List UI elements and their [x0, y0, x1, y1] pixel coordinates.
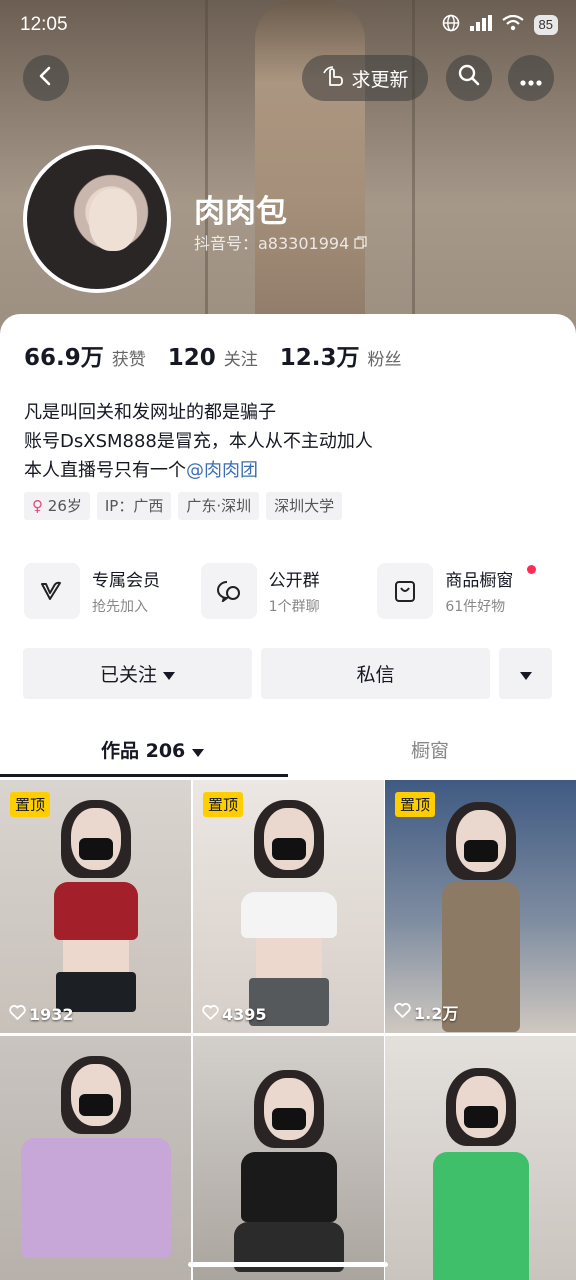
school-tag[interactable]: 深圳大学 — [266, 492, 343, 520]
thumbnail-figure — [53, 800, 138, 1012]
stats-row: 66.9万 获赞 120 关注 12.3万 粉丝 — [24, 338, 424, 372]
pinned-badge: 置顶 — [395, 792, 436, 817]
video-thumbnail[interactable] — [385, 1036, 576, 1280]
pinned-badge: 置顶 — [10, 792, 51, 817]
followers-count[interactable]: 12.3万 — [280, 338, 360, 372]
feature-subtitle: 1个群聊 — [268, 599, 320, 615]
like-count-text: 1.2万 — [414, 1004, 459, 1023]
more-dots-icon — [520, 64, 542, 92]
like-count-text: 4395 — [222, 1005, 267, 1024]
following-count[interactable]: 120 — [168, 345, 216, 371]
wifi-icon — [501, 14, 524, 35]
thumbnail-figure — [20, 1056, 171, 1258]
age-text: 26岁 — [47, 497, 82, 515]
hand-pointer-icon — [321, 65, 345, 92]
bio-line: 凡是叫回关和发网址的都是骗子 — [24, 402, 276, 423]
more-options-button[interactable] — [508, 55, 554, 101]
video-thumbnail[interactable] — [0, 1036, 191, 1280]
chevron-left-icon — [36, 64, 56, 92]
tab-works-label: 作品 206 — [101, 740, 186, 762]
thumbnail-figure — [441, 802, 520, 1032]
back-button[interactable] — [23, 55, 69, 101]
video-grid: 置顶 1932 置顶 4395 置顶 1.2万 — [0, 780, 576, 1280]
profile-bio: 凡是叫回关和发网址的都是骗子 账号DsXSM888是冒充，本人从不主动加人 本人… — [24, 398, 373, 485]
video-thumbnail[interactable]: 置顶 1.2万 — [385, 780, 576, 1033]
bio-line-text: 本人直播号只有一个 — [24, 460, 186, 481]
content-tabs: 作品 206 橱窗 — [0, 728, 576, 778]
heart-icon — [394, 1002, 411, 1022]
bio-line: 本人直播号只有一个@肉肉团 — [24, 456, 373, 485]
tab-works[interactable]: 作品 206 — [101, 736, 204, 763]
home-indicator — [188, 1262, 388, 1267]
followed-label: 已关注 — [99, 664, 157, 686]
douyin-id-text: 抖音号：a83301994 — [194, 234, 350, 253]
pinned-badge: 置顶 — [203, 792, 244, 817]
like-count: 1932 — [9, 1005, 74, 1024]
caret-down-icon — [191, 740, 204, 762]
thumbnail-figure — [240, 800, 337, 1026]
signal-icon — [469, 15, 492, 35]
message-button[interactable]: 私信 — [261, 648, 490, 699]
caret-down-icon — [163, 663, 175, 685]
like-count-text: 1932 — [29, 1005, 74, 1024]
message-label: 私信 — [356, 664, 395, 686]
video-thumbnail[interactable] — [193, 1036, 384, 1280]
feature-title: 公开群 — [268, 571, 320, 591]
profile-nickname: 肉肉包 — [194, 194, 287, 230]
thumbnail-figure — [233, 1070, 344, 1272]
mention-link[interactable]: @肉肉团 — [186, 460, 258, 481]
likes-count[interactable]: 66.9万 — [24, 338, 104, 372]
likes-label: 获赞 — [111, 350, 146, 370]
heart-icon — [202, 1005, 219, 1024]
caret-down-icon — [519, 663, 532, 685]
status-bar: 12:05 85 — [0, 0, 576, 52]
action-buttons: 已关注 私信 — [23, 648, 552, 699]
request-update-label: 求更新 — [351, 68, 409, 91]
request-update-button[interactable]: 求更新 — [302, 55, 428, 101]
like-count: 1.2万 — [394, 1000, 458, 1024]
v-badge-icon — [24, 563, 80, 619]
feature-title: 商品橱窗 — [445, 571, 514, 591]
following-label: 关注 — [223, 350, 258, 370]
avatar-face — [89, 189, 137, 251]
avatar[interactable] — [23, 145, 171, 293]
status-time: 12:05 — [20, 14, 68, 35]
globe-icon — [442, 14, 460, 36]
chat-group-icon — [200, 563, 257, 619]
search-icon — [458, 64, 480, 92]
shop-bag-icon — [377, 563, 434, 619]
search-button[interactable] — [446, 55, 492, 101]
feature-public-group[interactable]: 公开群 1个群聊 — [200, 563, 378, 619]
bio-line: 账号DsXSM888是冒充，本人从不主动加人 — [24, 431, 373, 452]
like-count: 4395 — [202, 1005, 267, 1024]
followed-button[interactable]: 已关注 — [23, 648, 252, 699]
copy-icon[interactable] — [354, 234, 367, 253]
recommend-dropdown-button[interactable] — [499, 648, 552, 699]
feature-title: 专属会员 — [92, 571, 160, 591]
feature-membership[interactable]: 专属会员 抢先加入 — [24, 563, 201, 619]
tab-indicator — [0, 774, 288, 777]
feature-subtitle: 61件好物 — [445, 599, 506, 615]
followers-label: 粉丝 — [367, 350, 402, 370]
battery-level: 85 — [533, 15, 558, 35]
notification-dot — [527, 565, 537, 574]
age-tag: ♀ 26岁 — [24, 492, 90, 520]
ip-tag: IP：广西 — [96, 492, 172, 520]
feature-subtitle: 抢先加入 — [92, 599, 148, 615]
feature-shop-window[interactable]: 商品橱窗 61件好物 — [377, 563, 554, 619]
location-tag[interactable]: 广东·深圳 — [178, 492, 260, 520]
profile-tags: ♀ 26岁 IP：广西 广东·深圳 深圳大学 — [24, 492, 343, 520]
female-icon: ♀ — [32, 497, 43, 515]
feature-row: 专属会员 抢先加入 公开群 1个群聊 商品橱窗 61件好物 — [24, 563, 554, 619]
tab-showcase[interactable]: 橱窗 — [411, 736, 449, 763]
heart-icon — [9, 1005, 26, 1024]
thumbnail-figure — [432, 1068, 529, 1280]
video-thumbnail[interactable]: 置顶 4395 — [193, 780, 384, 1033]
douyin-id[interactable]: 抖音号：a83301994 — [194, 230, 367, 254]
status-icons: 85 — [442, 14, 558, 36]
video-thumbnail[interactable]: 置顶 1932 — [0, 780, 191, 1033]
